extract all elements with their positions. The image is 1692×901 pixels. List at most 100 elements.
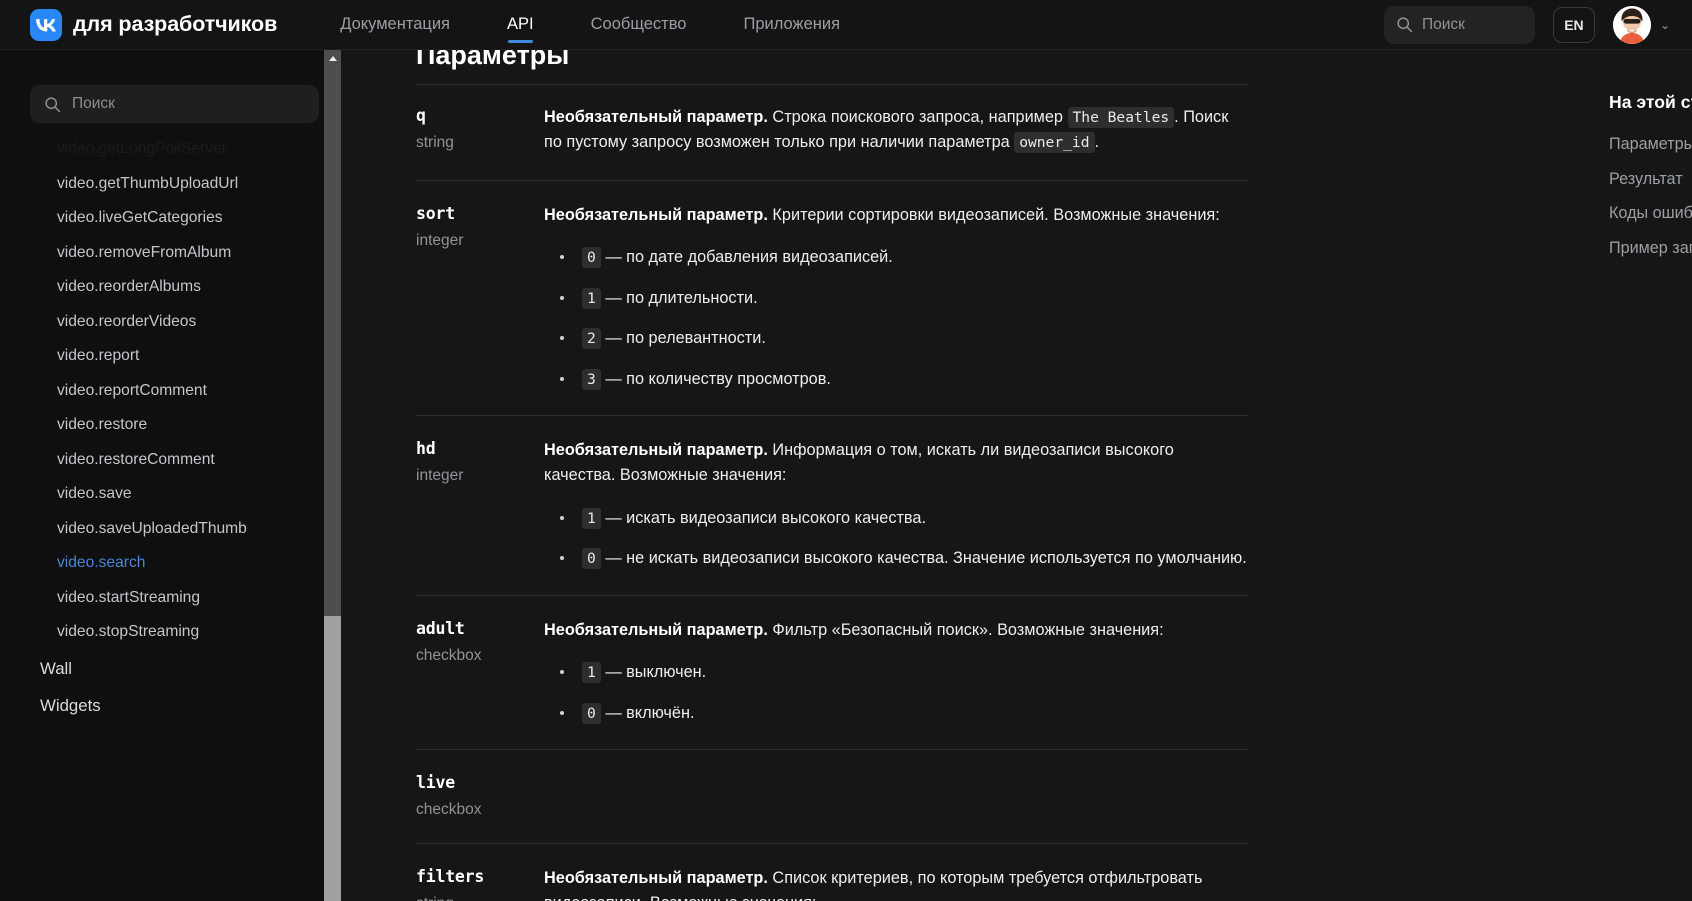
value-text: — по количеству просмотров.: [600, 369, 831, 388]
param-row-adult: adult checkbox Необязательный параметр. …: [416, 596, 1249, 751]
search-icon: [1397, 17, 1413, 33]
user-menu[interactable]: ⌄: [1612, 5, 1670, 44]
param-type: integer: [416, 467, 464, 485]
value-text: — искать видеозаписи высокого качества.: [600, 508, 926, 527]
sidebar-group-wall[interactable]: Wall: [0, 650, 325, 687]
value-text: — по длительности.: [600, 288, 758, 307]
param-type: string: [416, 895, 544, 901]
param-desc: Необязательный параметр. Фильтр «Безопас…: [544, 618, 1249, 725]
param-type: checkbox: [416, 801, 482, 819]
param-key-sort: sort integer: [416, 203, 544, 391]
sidebar-item-video-report[interactable]: video.report: [0, 339, 325, 374]
global-search-input[interactable]: Поиск: [1383, 5, 1535, 44]
toc-link-error-codes[interactable]: Коды ошибок: [1609, 196, 1692, 231]
param-key-hd: hd integer: [416, 438, 544, 571]
sidebar-group-widgets[interactable]: Widgets: [0, 687, 325, 724]
param-values-list: 1 — искать видеозаписи высокого качества…: [544, 506, 1249, 571]
param-key-q: q string: [416, 105, 544, 156]
sidebar-item-video-livegetcategories[interactable]: video.liveGetCategories: [0, 201, 325, 236]
param-desc: Необязательный параметр. Критерии сортир…: [544, 203, 1249, 391]
toc-link-parameters[interactable]: Параметры: [1609, 127, 1692, 162]
optional-label: Необязательный параметр.: [544, 108, 768, 126]
sidebar-item-video-restore[interactable]: video.restore: [0, 408, 325, 443]
sidebar-item-video-getlongpollserver[interactable]: video.getLongPollServer: [0, 132, 325, 167]
sidebar-search-placeholder: Поиск: [72, 95, 115, 112]
param-key-adult: adult checkbox: [416, 618, 544, 725]
value-code: 1: [582, 507, 601, 529]
sidebar-item-video-restorecomment[interactable]: video.restoreComment: [0, 443, 325, 478]
search-icon: [45, 96, 61, 112]
list-item: 3 — по количеству просмотров.: [544, 367, 1249, 391]
param-row-hd: hd integer Необязательный параметр. Инфо…: [416, 416, 1249, 596]
desc-text-3: .: [1094, 133, 1100, 152]
vk-logo-icon: [30, 8, 62, 41]
param-name: live: [416, 773, 455, 793]
left-sidebar: Поиск video.getLongPollServer video.getT…: [0, 50, 341, 901]
page-scrollbar-track[interactable]: [324, 67, 341, 616]
on-this-page-toc: На этой странице Параметры Результат Код…: [1609, 92, 1692, 265]
brand-title: для разработчиков: [73, 12, 278, 36]
sidebar-item-video-reorderalbums[interactable]: video.reorderAlbums: [0, 270, 325, 305]
sidebar-item-video-saveuploadedthumb[interactable]: video.saveUploadedThumb: [0, 512, 325, 547]
sidebar-search-input[interactable]: Поиск: [30, 85, 319, 123]
list-item: 1 — выключен.: [544, 660, 1249, 684]
value-text: — выключен.: [600, 663, 707, 682]
param-name: hd: [416, 439, 436, 459]
param-name: q: [416, 106, 426, 125]
optional-label: Необязательный параметр.: [544, 441, 768, 460]
main-content: Параметры q string Необязательный параме…: [341, 50, 1692, 901]
value-code: 3: [582, 368, 601, 390]
toc-link-result[interactable]: Результат: [1609, 162, 1692, 197]
sidebar-item-video-search[interactable]: video.search: [0, 546, 325, 581]
param-row-q: q string Необязательный параметр. Строка…: [416, 84, 1249, 181]
param-type: integer: [416, 231, 464, 249]
main-nav: Документация API Сообщество Приложения: [340, 0, 897, 50]
optional-label: Необязательный параметр.: [544, 869, 768, 888]
param-name: adult: [416, 618, 465, 638]
nav-item-documentation[interactable]: Документация: [340, 0, 450, 50]
brand-home-link[interactable]: для разработчиков: [30, 8, 278, 41]
param-name: filters: [416, 867, 485, 887]
sidebar-item-video-reportcomment[interactable]: video.reportComment: [0, 374, 325, 409]
sidebar-item-video-save[interactable]: video.save: [0, 477, 325, 512]
sidebar-item-video-reordervideos[interactable]: video.reorderVideos: [0, 305, 325, 340]
code-the-beatles: The Beatles: [1067, 107, 1175, 128]
desc-text: Строка поискового запроса, например: [767, 108, 1068, 126]
language-switcher-button[interactable]: EN: [1552, 6, 1595, 43]
nav-item-apps[interactable]: Приложения: [743, 0, 840, 50]
list-item: 1 — искать видеозаписи высокого качества…: [544, 506, 1249, 530]
value-code: 0: [582, 247, 601, 269]
value-code: 0: [582, 702, 601, 724]
sidebar-item-video-startstreaming[interactable]: video.startStreaming: [0, 581, 325, 616]
page-scrollbar-thumb[interactable]: [324, 616, 341, 901]
desc-text: Фильтр «Безопасный поиск». Возможные зна…: [767, 620, 1164, 639]
top-bar: для разработчиков Документация API Сообщ…: [0, 0, 1692, 50]
param-desc: Необязательный параметр. Информация о то…: [544, 438, 1249, 571]
value-text: — по релевантности.: [600, 329, 766, 348]
parameters-table: q string Необязательный параметр. Строка…: [416, 84, 1249, 901]
toc-link-request-example[interactable]: Пример запроса: [1609, 231, 1692, 266]
desc-text: Критерии сортировки видеозаписей. Возмож…: [767, 205, 1220, 224]
top-bar-right: Поиск EN ⌄: [1383, 5, 1670, 44]
toc-title: На этой странице: [1609, 92, 1692, 112]
sidebar-item-video-getthumbuploadurl[interactable]: video.getThumbUploadUrl: [0, 167, 325, 202]
list-item: 0 — по дате добавления видеозаписей.: [544, 245, 1249, 269]
page-scrollbar[interactable]: [324, 50, 341, 901]
optional-label: Необязательный параметр.: [544, 205, 768, 224]
value-text: — включён.: [600, 703, 695, 722]
sidebar-item-video-removefromalbum[interactable]: video.removeFromAlbum: [0, 236, 325, 271]
chevron-down-icon: ⌄: [1659, 17, 1670, 32]
scroll-up-arrow-icon[interactable]: [324, 50, 341, 67]
param-name: sort: [416, 203, 455, 223]
param-key-live: live checkbox: [416, 772, 544, 819]
param-values-list: 0 — по дате добавления видеозаписей. 1 —…: [544, 245, 1249, 391]
nav-item-api[interactable]: API: [507, 0, 534, 50]
param-key-filters: filters string: [416, 866, 544, 901]
param-desc: [544, 772, 1249, 819]
page-title: Параметры: [416, 50, 570, 70]
value-code: 1: [582, 287, 601, 309]
param-values-list: 1 — выключен. 0 — включён.: [544, 660, 1249, 725]
sidebar-item-video-stopstreaming[interactable]: video.stopStreaming: [0, 615, 325, 650]
nav-item-community[interactable]: Сообщество: [591, 0, 687, 50]
optional-label: Необязательный параметр.: [544, 620, 768, 639]
